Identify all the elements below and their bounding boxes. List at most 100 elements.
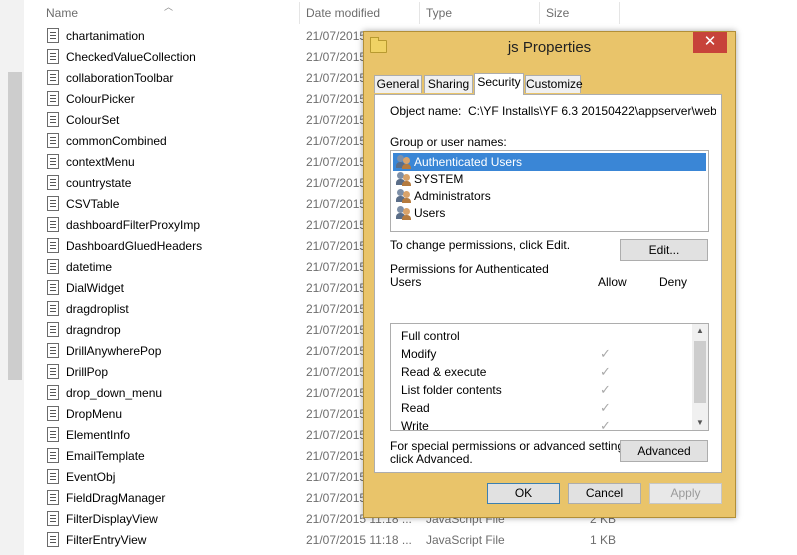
special-permissions-text-2: click Advanced. [390,452,473,466]
properties-dialog: js Properties ✕ General Sharing Security… [363,31,736,518]
scrollbar-thumb[interactable] [694,341,706,403]
security-panel: Object name: C:\YF Installs\YF 6.3 20150… [374,94,722,473]
permission-row: Write ✓ [401,417,691,431]
column-header-type[interactable]: Type [426,0,452,26]
user-name: Administrators [414,189,491,203]
scroll-down-icon[interactable]: ▼ [692,416,708,430]
js-file-icon [47,91,59,106]
file-type: JavaScript File [426,533,505,547]
file-name: ColourSet [66,113,120,127]
permission-name: Modify [401,347,437,361]
tab-general[interactable]: General [374,75,422,93]
permissions-scrollbar[interactable]: ▲ ▼ [692,324,708,430]
permissions-label: Permissions for Authenticated [390,262,549,276]
file-name: ColourPicker [66,92,135,106]
file-date: 21/07/2015 [306,302,367,316]
column-divider[interactable] [539,2,540,24]
file-name: FieldDragManager [66,491,166,505]
js-file-icon [47,196,59,211]
file-date: 21/07/2015 [306,449,367,463]
user-list-item[interactable]: SYSTEM [393,170,706,188]
js-file-icon [47,448,59,463]
permission-name: Write [401,419,429,431]
file-row[interactable]: FilterEntryView 21/07/2015 11:18 ... JavaS… [0,530,797,551]
column-header-size[interactable]: Size [546,0,569,26]
file-name: datetime [66,260,113,274]
file-date: 21/07/2015 [306,113,367,127]
file-date: 21/07/2015 [306,239,367,253]
file-date: 21/07/2015 [306,50,367,64]
object-name-label: Object name: [390,104,462,118]
file-name: collaborationToolbar [66,71,174,85]
js-file-icon [47,28,59,43]
column-divider[interactable] [619,2,620,24]
file-date: 21/07/2015 [306,71,367,85]
file-date: 21/07/2015 [306,407,367,421]
file-name: DropMenu [66,407,123,421]
allow-check-icon: ✓ [600,364,611,379]
user-name: Users [414,206,446,220]
file-name: contextMenu [66,155,135,169]
column-divider[interactable] [419,2,420,24]
column-header-date[interactable]: Date modified [306,0,380,26]
users-icon [396,155,412,169]
js-file-icon [47,364,59,379]
file-name: countrystate [66,176,132,190]
file-date: 21/07/2015 [306,197,367,211]
edit-button[interactable]: Edit... [620,239,708,261]
js-file-icon [47,112,59,127]
file-name: dashboardFilterProxyImp [66,218,201,232]
file-name: FilterDisplayView [66,512,158,526]
file-name: FilterEntryView [66,533,147,547]
file-name: dragdroplist [66,302,129,316]
permission-name: Full control [401,329,460,343]
file-date: 21/07/2015 [306,260,367,274]
js-file-icon [47,532,59,547]
allow-check-icon: ✓ [600,382,611,397]
file-name: ElementInfo [66,428,131,442]
file-date: 21/07/2015 [306,281,367,295]
js-file-icon [47,238,59,253]
permissions-label-user: Users [390,275,422,289]
close-button[interactable]: ✕ [693,32,727,53]
dialog-titlebar[interactable]: js Properties ✕ [364,32,735,62]
js-file-icon [47,175,59,190]
js-file-icon [47,511,59,526]
apply-button[interactable]: Apply [649,483,722,504]
tab-security[interactable]: Security [474,73,524,95]
file-name: drop_down_menu [66,386,163,400]
js-file-icon [47,469,59,484]
user-name: SYSTEM [414,172,464,186]
object-name-value: C:\YF Installs\YF 6.3 20150422\appserver… [468,104,716,118]
file-date: 21/07/2015 11:18 ... [306,533,412,547]
js-file-icon [47,70,59,85]
user-list-item[interactable]: Authenticated Users [393,153,706,171]
advanced-button[interactable]: Advanced [620,440,708,462]
file-date: 21/07/2015 [306,92,367,106]
tab-customize[interactable]: Customize [525,75,583,93]
deny-column-header: Deny [659,275,688,289]
ok-button[interactable]: OK [487,483,560,504]
js-file-icon [47,385,59,400]
column-divider[interactable] [299,2,300,24]
special-permissions-text: For special permissions or advanced sett… [390,439,634,453]
js-file-icon [47,217,59,232]
users-icon [396,189,412,203]
file-name: DrillPop [66,365,109,379]
permission-name: List folder contents [401,383,502,397]
file-name: CheckedValueCollection [66,50,196,64]
user-list-item[interactable]: Administrators [393,187,706,205]
js-file-icon [47,322,59,337]
file-name: EmailTemplate [66,449,145,463]
cancel-button[interactable]: Cancel [568,483,641,504]
permission-name: Read [401,401,430,415]
user-listbox[interactable]: Authenticated Users SYSTEM Administrators U… [390,150,709,232]
js-file-icon [47,280,59,295]
tab-sharing[interactable]: Sharing [424,75,473,93]
user-list-item[interactable]: Users [393,204,706,222]
column-header-name[interactable]: Name [46,0,78,26]
file-name: dragndrop [66,323,121,337]
users-icon [396,172,412,186]
permission-row: List folder contents ✓ [401,381,691,399]
scroll-up-icon[interactable]: ▲ [692,324,708,338]
